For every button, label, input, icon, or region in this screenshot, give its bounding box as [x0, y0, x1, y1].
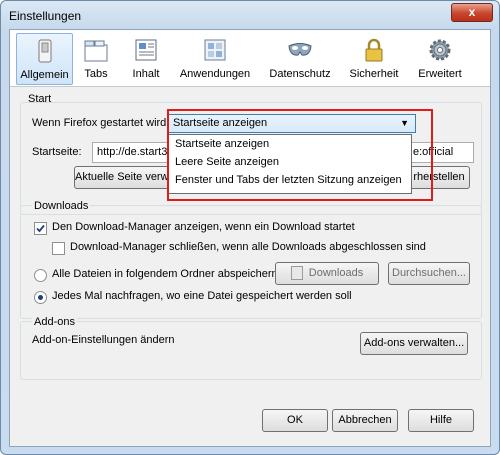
lock-icon: [365, 38, 383, 62]
tab-anwendungen[interactable]: Anwendungen: [172, 33, 258, 83]
mask-icon: [288, 43, 312, 56]
switch-icon: [38, 39, 51, 63]
settings-window: Einstellungen x Allgemein Tabs Inhalt An…: [0, 0, 500, 455]
ask-each-time-label: Jedes Mal nachfragen, wo eine Datei gesp…: [52, 290, 352, 302]
homepage-label: Startseite:: [32, 146, 82, 158]
tab-label: Tabs: [84, 68, 108, 80]
folder-icon: [290, 266, 303, 281]
tab-inhalt[interactable]: Inhalt: [122, 33, 170, 83]
download-folder-button[interactable]: Downloads: [275, 262, 379, 285]
tab-sicherheit[interactable]: Sicherheit: [342, 33, 406, 83]
use-current-page-button[interactable]: Aktuelle Seite verwe: [74, 166, 174, 189]
show-download-manager-label: Den Download-Manager anzeigen, wenn ein …: [52, 221, 355, 233]
addons-text: Add-on-Einstellungen ändern: [32, 334, 175, 346]
title-bar[interactable]: Einstellungen x: [1, 1, 499, 27]
homepage-input[interactable]: http://de.start3.m: [92, 142, 178, 163]
addons-group-title: Add-ons: [32, 316, 77, 328]
dialog-body: Allgemein Tabs Inhalt Anwendungen Datens…: [9, 29, 491, 447]
category-toolbar: Allgemein Tabs Inhalt Anwendungen Datens…: [10, 30, 490, 87]
tab-label: Inhalt: [132, 68, 160, 80]
tab-label: Datenschutz: [269, 68, 331, 80]
applications-icon: [204, 39, 226, 61]
download-folder-label: Downloads: [308, 267, 364, 279]
downloads-group-title: Downloads: [32, 200, 91, 212]
tab-erweitert[interactable]: Erweitert: [408, 33, 472, 83]
close-download-manager-checkbox[interactable]: [52, 242, 65, 255]
save-all-label: Alle Dateien in folgendem Ordner abspeic…: [52, 268, 281, 280]
tabs-icon: [84, 40, 108, 62]
tab-tabs[interactable]: Tabs: [72, 33, 120, 83]
tab-label: Sicherheit: [349, 68, 399, 80]
tab-datenschutz[interactable]: Datenschutz: [260, 33, 340, 83]
content-icon: [135, 39, 157, 61]
cancel-button[interactable]: Abbrechen: [332, 409, 398, 432]
help-button[interactable]: Hilfe: [408, 409, 474, 432]
ask-each-time-radio[interactable]: [34, 291, 47, 304]
ok-button[interactable]: OK: [262, 409, 328, 432]
manage-addons-button[interactable]: Add-ons verwalten...: [360, 332, 468, 355]
checkmark-icon: [36, 224, 45, 233]
tab-label: Erweitert: [418, 68, 462, 80]
annotation-highlight-box: [167, 109, 433, 201]
browse-button[interactable]: Durchsuchen...: [388, 262, 470, 285]
tab-label: Allgemein: [20, 69, 69, 81]
startup-label: Wenn Firefox gestartet wird:: [32, 117, 170, 129]
tab-label: Anwendungen: [179, 68, 251, 80]
window-title: Einstellungen: [9, 9, 82, 23]
save-all-radio[interactable]: [34, 269, 47, 282]
start-group-title: Start: [28, 93, 52, 105]
close-button[interactable]: x: [451, 3, 493, 22]
close-download-manager-label: Download-Manager schließen, wenn alle Do…: [70, 241, 426, 253]
tab-allgemein[interactable]: Allgemein: [16, 33, 73, 85]
show-download-manager-checkbox[interactable]: [34, 222, 47, 235]
gear-icon: [429, 39, 451, 61]
